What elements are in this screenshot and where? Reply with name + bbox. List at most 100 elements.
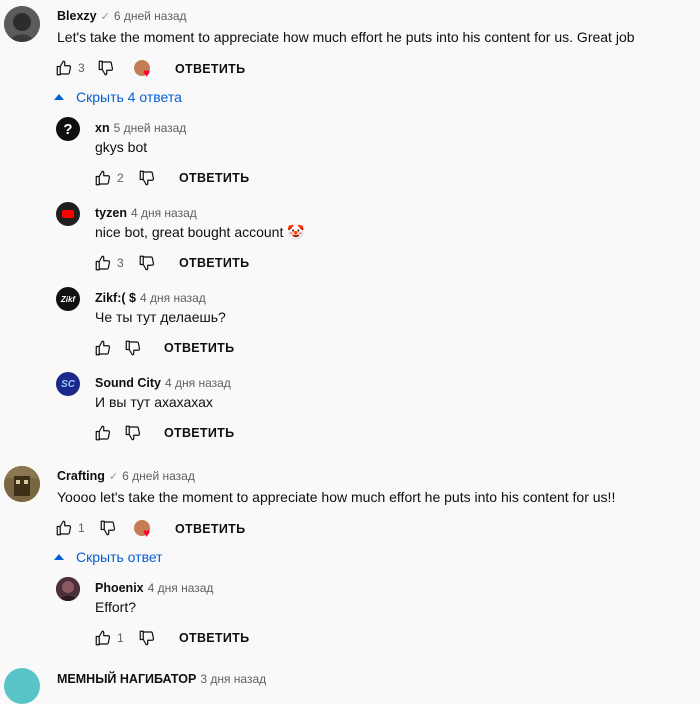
like-count: 2 (117, 171, 124, 185)
avatar[interactable] (4, 668, 40, 704)
reply-button[interactable]: ОТВЕТИТЬ (164, 341, 234, 355)
caret-up-icon (54, 554, 64, 560)
comment-actions: 3 (93, 253, 157, 273)
avatar-image (56, 577, 80, 601)
like-button[interactable] (93, 168, 113, 188)
caret-up-icon (54, 94, 64, 100)
thumb-up-icon (94, 424, 112, 442)
reply-button[interactable]: ОТВЕТИТЬ (179, 631, 249, 645)
like-button[interactable] (93, 628, 113, 648)
like-button[interactable] (93, 423, 113, 443)
author-name[interactable]: tyzen (95, 206, 127, 220)
like-button[interactable] (93, 253, 113, 273)
avatar-image (4, 6, 40, 42)
dislike-button[interactable] (98, 518, 118, 538)
thumb-down-icon (138, 169, 156, 187)
replies-toggle-label: Скрыть 4 ответа (76, 89, 182, 105)
comment-actions: 1 (93, 628, 157, 648)
dislike-button[interactable] (137, 168, 157, 188)
thumb-down-icon (124, 424, 142, 442)
thumb-down-icon (124, 339, 142, 357)
timestamp[interactable]: 4 дня назад (148, 581, 214, 595)
avatar-logo-icon: SC (61, 378, 75, 390)
avatar[interactable] (4, 466, 40, 502)
reply-button[interactable]: ОТВЕТИТЬ (179, 171, 249, 185)
thumb-up-icon (55, 59, 73, 77)
reply-button[interactable]: ОТВЕТИТЬ (175, 62, 245, 76)
dislike-button[interactable] (137, 628, 157, 648)
heart-icon: ♥ (143, 66, 151, 80)
creator-heart: ♥ (134, 520, 156, 542)
author-name[interactable]: Zikf:( $ (95, 291, 136, 305)
timestamp[interactable]: 4 дня назад (140, 291, 206, 305)
avatar[interactable] (56, 577, 80, 601)
replies-toggle-label: Скрыть ответ (76, 549, 163, 565)
comment-actions: 1 (54, 518, 118, 538)
comment-header: МЕМНЫЙ НАГИБАТОР 3 дня назад (57, 670, 266, 688)
comment-header: Phoenix 4 дня назад (95, 579, 213, 597)
heart-icon: ♥ (143, 526, 151, 540)
like-count: 3 (117, 256, 124, 270)
thumb-down-icon (97, 59, 115, 77)
comment-actions: 3 (54, 58, 116, 78)
thumb-up-icon (94, 169, 112, 187)
thumb-up-icon (94, 629, 112, 647)
reply-button[interactable]: ОТВЕТИТЬ (175, 522, 245, 536)
thumb-down-icon (138, 629, 156, 647)
like-button[interactable] (54, 518, 74, 538)
verified-check-icon: ✓ (100, 11, 110, 23)
comment-header: xn 5 дней назад (95, 119, 186, 137)
reply-button[interactable]: ОТВЕТИТЬ (164, 426, 234, 440)
timestamp[interactable]: 4 дня назад (131, 206, 197, 220)
comment-actions (93, 338, 143, 358)
dislike-button[interactable] (123, 423, 143, 443)
comment-header: Zikf:( $ 4 дня назад (95, 289, 206, 307)
comment-text: nice bot, great bought account 🤡 (95, 224, 305, 240)
thumb-down-icon (138, 254, 156, 272)
author-name[interactable]: МЕМНЫЙ НАГИБАТОР (57, 672, 196, 686)
creator-heart: ♥ (134, 60, 156, 82)
avatar[interactable] (4, 6, 40, 42)
thumb-up-icon (94, 339, 112, 357)
timestamp[interactable]: 6 дней назад (114, 9, 187, 23)
comment-text: Yoooo let's take the moment to appreciat… (57, 489, 616, 505)
thumb-up-icon (55, 519, 73, 537)
comment-text: Че ты тут делаешь? (95, 309, 226, 325)
avatar[interactable] (56, 202, 80, 226)
author-name[interactable]: Phoenix (95, 581, 144, 595)
avatar[interactable]: ? (56, 117, 80, 141)
comment-header: Crafting ✓ 6 дней назад (57, 467, 195, 485)
thumb-down-icon (99, 519, 117, 537)
replies-toggle[interactable]: Скрыть ответ (54, 549, 163, 565)
verified-check-icon: ✓ (108, 471, 119, 483)
question-mark-icon: ? (63, 120, 73, 138)
author-name[interactable]: Blexzy (57, 9, 97, 23)
comment-actions (93, 423, 143, 443)
dislike-button[interactable] (96, 58, 116, 78)
timestamp[interactable]: 6 дней назад (122, 469, 195, 483)
avatar-image (4, 466, 40, 502)
thumb-up-icon (94, 254, 112, 272)
like-count: 3 (78, 61, 85, 75)
youtube-logo-icon (62, 210, 74, 218)
avatar[interactable]: SC (56, 372, 80, 396)
author-name[interactable]: Sound City (95, 376, 161, 390)
reply-button[interactable]: ОТВЕТИТЬ (179, 256, 249, 270)
author-name[interactable]: Crafting (57, 469, 105, 483)
dislike-button[interactable] (123, 338, 143, 358)
replies-toggle[interactable]: Скрыть 4 ответа (54, 89, 182, 105)
timestamp[interactable]: 4 дня назад (165, 376, 231, 390)
like-button[interactable] (93, 338, 113, 358)
timestamp[interactable]: 3 дня назад (200, 672, 266, 686)
avatar-logo-icon: Zikf (60, 294, 76, 304)
comment-text: gkys bot (95, 139, 148, 155)
like-button[interactable] (54, 58, 74, 78)
avatar[interactable]: Zikf (56, 287, 80, 311)
like-count: 1 (78, 521, 85, 535)
comment-header: Blexzy ✓ 6 дней назад (57, 7, 187, 25)
timestamp[interactable]: 5 дней назад (114, 121, 187, 135)
dislike-button[interactable] (137, 253, 157, 273)
comment-header: tyzen 4 дня назад (95, 204, 197, 222)
author-name[interactable]: xn (95, 121, 110, 135)
like-count: 1 (117, 631, 124, 645)
